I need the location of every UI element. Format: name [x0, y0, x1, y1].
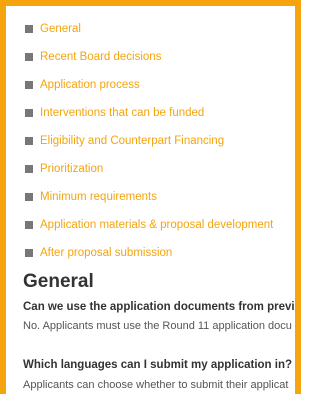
toc-link-eligibility[interactable]: Eligibility and Counterpart Financing — [40, 135, 224, 147]
toc-link-interventions[interactable]: Interventions that can be funded — [40, 107, 204, 119]
toc-item-application-process: Application process — [25, 71, 295, 99]
square-bullet-icon — [25, 249, 33, 257]
faq-question: Can we use the application documents fro… — [23, 301, 301, 313]
faq-question: Which languages can I submit my applicat… — [23, 359, 293, 371]
toc-link-after-submission[interactable]: After proposal submission — [40, 247, 172, 259]
table-of-contents: General Recent Board decisions Applicati… — [25, 15, 295, 267]
toc-item-after-submission: After proposal submission — [25, 239, 295, 267]
toc-link-general[interactable]: General — [40, 23, 81, 35]
square-bullet-icon — [25, 165, 33, 173]
square-bullet-icon — [25, 193, 33, 201]
square-bullet-icon — [25, 81, 33, 89]
toc-item-application-materials: Application materials & proposal develop… — [25, 211, 295, 239]
toc-item-recent-board-decisions: Recent Board decisions — [25, 43, 295, 71]
content-frame: General Recent Board decisions Applicati… — [0, 0, 301, 394]
toc-item-prioritization: Prioritization — [25, 155, 295, 183]
toc-item-interventions: Interventions that can be funded — [25, 99, 295, 127]
toc-item-minimum-requirements: Minimum requirements — [25, 183, 295, 211]
toc-link-application-process[interactable]: Application process — [40, 79, 140, 91]
toc-link-minimum-requirements[interactable]: Minimum requirements — [40, 191, 157, 203]
toc-link-prioritization[interactable]: Prioritization — [40, 163, 103, 175]
square-bullet-icon — [25, 137, 33, 145]
faq-answer: Applicants can choose whether to submit … — [23, 379, 289, 391]
faq-answer: No. Applicants must use the Round 11 app… — [23, 320, 292, 332]
square-bullet-icon — [25, 109, 33, 117]
toc-link-application-materials[interactable]: Application materials & proposal develop… — [40, 219, 273, 231]
square-bullet-icon — [25, 53, 33, 61]
square-bullet-icon — [25, 221, 33, 229]
toc-item-general: General — [25, 15, 295, 43]
general-section: General Can we use the application docum… — [23, 270, 301, 393]
square-bullet-icon — [25, 25, 33, 33]
toc-item-eligibility: Eligibility and Counterpart Financing — [25, 127, 295, 155]
toc-link-recent-board-decisions[interactable]: Recent Board decisions — [40, 51, 161, 63]
section-heading: General — [23, 271, 94, 292]
